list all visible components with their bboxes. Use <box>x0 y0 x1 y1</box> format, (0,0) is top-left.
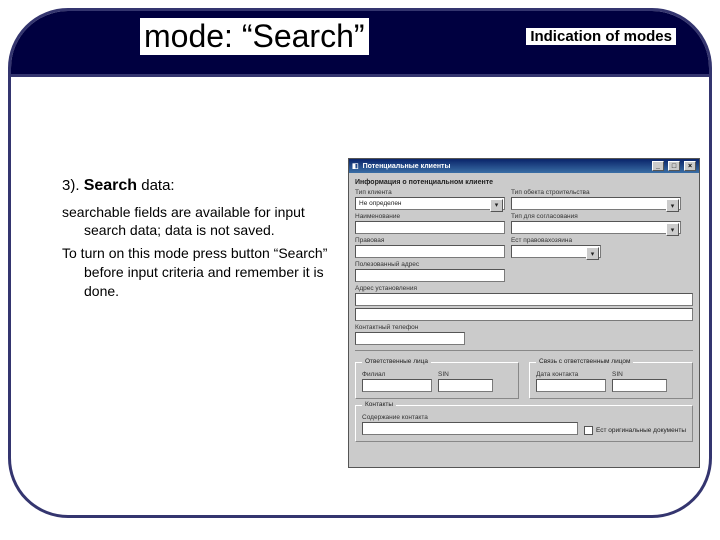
naimenovanie-label: Наименование <box>355 213 505 220</box>
sin-label: SIN <box>438 371 493 378</box>
soderzhanie-input[interactable] <box>362 422 578 435</box>
heading-prefix: 3). <box>62 177 84 194</box>
tip-klienta-label: Тип клиента <box>355 189 505 196</box>
window-title: Потенциальные клиенты <box>363 163 451 170</box>
est-prava-label: Ест правовахозяина <box>511 237 601 244</box>
data-kontakta-input[interactable] <box>536 379 606 392</box>
tip-obekta-label: Тип обекта строительства <box>511 189 681 196</box>
divider <box>355 350 693 351</box>
window-titlebar: ◧ Потенциальные клиенты _ □ × <box>349 159 699 173</box>
tip-hint-label: Тип для согласования <box>511 213 681 220</box>
sin-input[interactable] <box>438 379 493 392</box>
sin2-label: SIN <box>612 371 667 378</box>
close-button[interactable]: × <box>684 161 696 171</box>
body-text: 3). Search data: searchable fields are a… <box>62 175 332 305</box>
filial-input[interactable] <box>362 379 432 392</box>
polnoe-label: Полезованный адрес <box>355 261 505 268</box>
pravovaia-label: Правовая <box>355 237 505 244</box>
sin2-input[interactable] <box>612 379 667 392</box>
est-dokument-label: Ест оригинальные документы <box>596 427 686 434</box>
section-info-label: Информация о потенциальном клиенте <box>355 179 693 186</box>
paragraph-2: To turn on this mode press button “Searc… <box>62 244 332 301</box>
slide-subtitle: Indication of modes <box>526 28 676 45</box>
data-kontakta-label: Дата контакта <box>536 371 606 378</box>
adres-input[interactable] <box>355 293 693 306</box>
tip-klienta-value: Не определен <box>359 200 402 207</box>
otv-legend: Ответственные лица <box>362 358 431 365</box>
tip-klienta-combo[interactable]: Не определен <box>355 197 505 210</box>
est-dokument-checkbox[interactable]: Ест оригинальные документы <box>584 426 686 435</box>
tip-obekta-combo[interactable] <box>511 197 681 210</box>
section-heading: 3). Search data: <box>62 175 332 197</box>
paragraph-1: searchable fields are available for inpu… <box>62 203 332 241</box>
svyaz-legend: Связь с ответственным лицом <box>536 358 633 365</box>
form-area: Информация о потенциальном клиенте Тип к… <box>349 173 699 446</box>
pravovaia-input[interactable] <box>355 245 505 258</box>
svyaz-groupbox: Связь с ответственным лицом Дата контакт… <box>529 362 693 399</box>
polnoe-input[interactable] <box>355 269 505 282</box>
app-icon: ◧ <box>352 162 359 170</box>
heading-suffix: data: <box>137 177 175 194</box>
otv-groupbox: Ответственные лица Филиал SIN <box>355 362 519 399</box>
minimize-button[interactable]: _ <box>652 161 664 171</box>
kontaktnyi-label: Контактный телефон <box>355 324 465 331</box>
naimenovanie-input[interactable] <box>355 221 505 234</box>
slide-title: mode: “Search” <box>140 18 369 55</box>
soderzhanie-label: Содержание контакта <box>362 414 578 421</box>
app-screenshot: ◧ Потенциальные клиенты _ □ × Информация… <box>348 158 700 468</box>
est-prava-combo[interactable] <box>511 245 601 258</box>
adres-input-2[interactable] <box>355 308 693 321</box>
kontaktnyi-input[interactable] <box>355 332 465 345</box>
tip-hint-combo[interactable] <box>511 221 681 234</box>
checkbox-icon <box>584 426 593 435</box>
maximize-button[interactable]: □ <box>668 161 680 171</box>
filial-label: Филиал <box>362 371 432 378</box>
adres-label: Адрес установления <box>355 285 693 292</box>
kontakty-legend: Контакты <box>362 401 396 408</box>
heading-bold: Search <box>84 177 137 194</box>
kontakty-groupbox: Контакты Содержание контакта Ест оригина… <box>355 405 693 442</box>
